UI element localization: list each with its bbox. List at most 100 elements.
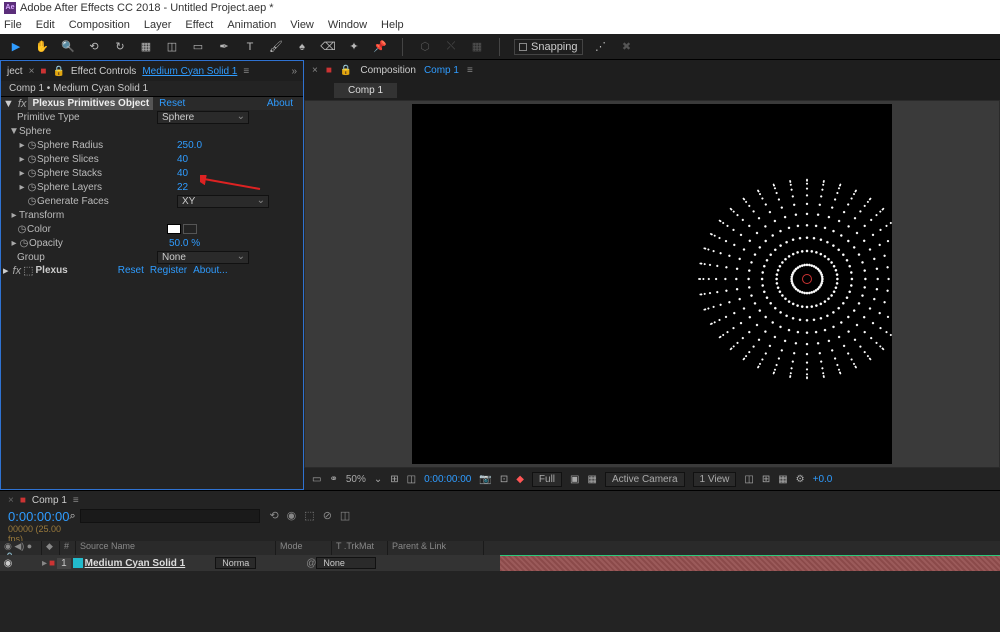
comp-panel-menu-icon[interactable]: ≡	[467, 65, 473, 76]
panel-lock-icon[interactable]: ■	[40, 66, 46, 77]
viewer-opt4-icon[interactable]: ⚙	[796, 474, 805, 485]
opacity-value[interactable]: 50.0 %	[169, 238, 200, 249]
node-icon[interactable]: ⬡	[417, 39, 433, 55]
plexus-collapse-icon[interactable]: ▸	[1, 264, 11, 277]
tl-tab-close-icon[interactable]: ×	[8, 495, 14, 506]
viewer-opt1-icon[interactable]: ◫	[744, 474, 753, 485]
fx-badge-icon[interactable]: fx	[16, 98, 29, 110]
layer-bar[interactable]	[500, 555, 1000, 571]
visibility-icon[interactable]: ◉	[0, 558, 16, 569]
tl-tab[interactable]: Comp 1	[32, 495, 67, 506]
axis-icon[interactable]: ⤬	[443, 39, 459, 55]
color-eyedropper-icon[interactable]	[183, 224, 197, 234]
tl-panel-menu-icon[interactable]: ≡	[73, 495, 79, 506]
channels-icon[interactable]: ◆	[516, 474, 524, 485]
sphere-group-toggle[interactable]: ▼	[9, 126, 19, 137]
camera-tool-icon[interactable]: ▦	[138, 39, 154, 55]
timeline-search-input[interactable]	[80, 509, 260, 523]
menu-layer[interactable]: Layer	[144, 19, 172, 31]
tl-switch4-icon[interactable]: ⊘	[323, 509, 332, 522]
menu-file[interactable]: File	[4, 19, 22, 31]
tab-fx-target[interactable]: Medium Cyan Solid 1	[142, 66, 237, 77]
menu-composition[interactable]: Composition	[69, 19, 130, 31]
stopwatch-icon[interactable]: ◷	[27, 182, 37, 193]
panel-menu-icon[interactable]: ≡	[243, 66, 249, 77]
timecode[interactable]: 0:00:00:00	[8, 509, 69, 524]
menu-animation[interactable]: Animation	[227, 19, 276, 31]
selection-tool-icon[interactable]: ▶	[8, 39, 24, 55]
primitive-type-select[interactable]: Sphere	[157, 111, 249, 124]
zoom-value[interactable]: 50%	[346, 474, 366, 485]
tl-lock-icon[interactable]: ■	[20, 495, 26, 506]
color-swatch[interactable]	[167, 224, 181, 234]
camera-select[interactable]: Active Camera	[605, 472, 685, 487]
sphere-stacks-toggle[interactable]: ▸	[17, 168, 27, 179]
viewer-opt2-icon[interactable]: ⊞	[762, 474, 770, 485]
snap-option2-icon[interactable]: ✖	[619, 39, 635, 55]
collapse-effect-icon[interactable]: ▼	[1, 98, 16, 110]
layer-row[interactable]: ◉ ▸ ■ 1 Medium Cyan Solid 1 Norma @ None	[0, 555, 500, 571]
clone-tool-icon[interactable]: ♠	[294, 39, 310, 55]
plexus-about[interactable]: About...	[193, 265, 227, 276]
exposure-value[interactable]: +0.0	[813, 474, 833, 485]
effect-name[interactable]: Plexus Primitives Object	[28, 97, 153, 110]
effect-about[interactable]: About	[267, 98, 293, 109]
layer-name[interactable]: Medium Cyan Solid 1	[85, 558, 186, 569]
pickwhip-icon[interactable]: @	[306, 558, 316, 569]
shape-tool-icon[interactable]: ▭	[190, 39, 206, 55]
menu-view[interactable]: View	[290, 19, 314, 31]
group-select[interactable]: None	[157, 251, 249, 264]
comp-canvas[interactable]	[412, 104, 892, 464]
panel-chevron-icon[interactable]: »	[291, 66, 297, 77]
comp-tab-target[interactable]: Comp 1	[424, 65, 459, 76]
text-tool-icon[interactable]: T	[242, 39, 258, 55]
sphere-layers-toggle[interactable]: ▸	[17, 182, 27, 193]
viewer[interactable]	[304, 100, 1000, 468]
snap-option-icon[interactable]: ⋰	[593, 39, 609, 55]
zoom-chevron-icon[interactable]: ⌄	[374, 474, 382, 485]
tab-fx[interactable]: Effect Controls	[71, 66, 136, 77]
plexus-name[interactable]: Plexus	[34, 265, 68, 276]
viewer-opt3-icon[interactable]: ▦	[778, 474, 787, 485]
views-select[interactable]: 1 View	[693, 472, 737, 487]
zoom-tool-icon[interactable]: 🔍	[60, 39, 76, 55]
tl-switch2-icon[interactable]: ◉	[287, 509, 297, 522]
transform-toggle[interactable]: ▸	[9, 210, 19, 221]
layer-collapse-icon[interactable]: ▸	[42, 558, 47, 569]
layer-color-chip[interactable]	[73, 558, 83, 568]
resolution-select[interactable]: Full	[532, 472, 562, 487]
plexus-register[interactable]: Register	[150, 265, 187, 276]
effect-reset[interactable]: Reset	[159, 98, 185, 109]
tab-project[interactable]: ject	[7, 66, 23, 77]
menu-edit[interactable]: Edit	[36, 19, 55, 31]
comp-lock-icon[interactable]: ■	[326, 65, 332, 76]
stopwatch-icon[interactable]: ◷	[27, 196, 37, 207]
pen-tool-icon[interactable]: ✒	[216, 39, 232, 55]
sphere-radius-toggle[interactable]: ▸	[17, 140, 27, 151]
safe-zone-icon[interactable]: ◫	[407, 474, 416, 485]
grid-icon[interactable]: ▦	[469, 39, 485, 55]
menu-effect[interactable]: Effect	[185, 19, 213, 31]
stopwatch-icon[interactable]: ◷	[27, 154, 37, 165]
stopwatch-icon[interactable]: ◷	[17, 224, 27, 235]
comp-tab-close-icon[interactable]: ×	[312, 65, 318, 76]
menu-window[interactable]: Window	[328, 19, 367, 31]
viewer-time[interactable]: 0:00:00:00	[424, 474, 471, 485]
snapping-toggle[interactable]: Snapping	[514, 39, 583, 55]
layer-parent-select[interactable]: None	[316, 557, 376, 569]
stopwatch-icon[interactable]: ◷	[19, 238, 29, 249]
roi-icon[interactable]: ▣	[570, 474, 579, 485]
grid-overlay-icon[interactable]: ⊞	[390, 474, 398, 485]
tl-switch1-icon[interactable]: ⟲	[269, 509, 278, 522]
hand-tool-icon[interactable]: ✋	[34, 39, 50, 55]
opacity-toggle[interactable]: ▸	[9, 238, 19, 249]
fx-badge-icon[interactable]: fx	[11, 265, 24, 277]
sphere-slices-value[interactable]: 40	[177, 154, 188, 165]
orbit-tool-icon[interactable]: ⟲	[86, 39, 102, 55]
tl-switch5-icon[interactable]: ◫	[340, 509, 350, 522]
plexus-reset[interactable]: Reset	[118, 265, 144, 276]
pan-behind-tool-icon[interactable]: ◫	[164, 39, 180, 55]
puppet-tool-icon[interactable]: 📌	[372, 39, 388, 55]
snapshot-icon[interactable]: 📷	[479, 474, 491, 485]
close-tab-icon[interactable]: ×	[29, 66, 35, 77]
